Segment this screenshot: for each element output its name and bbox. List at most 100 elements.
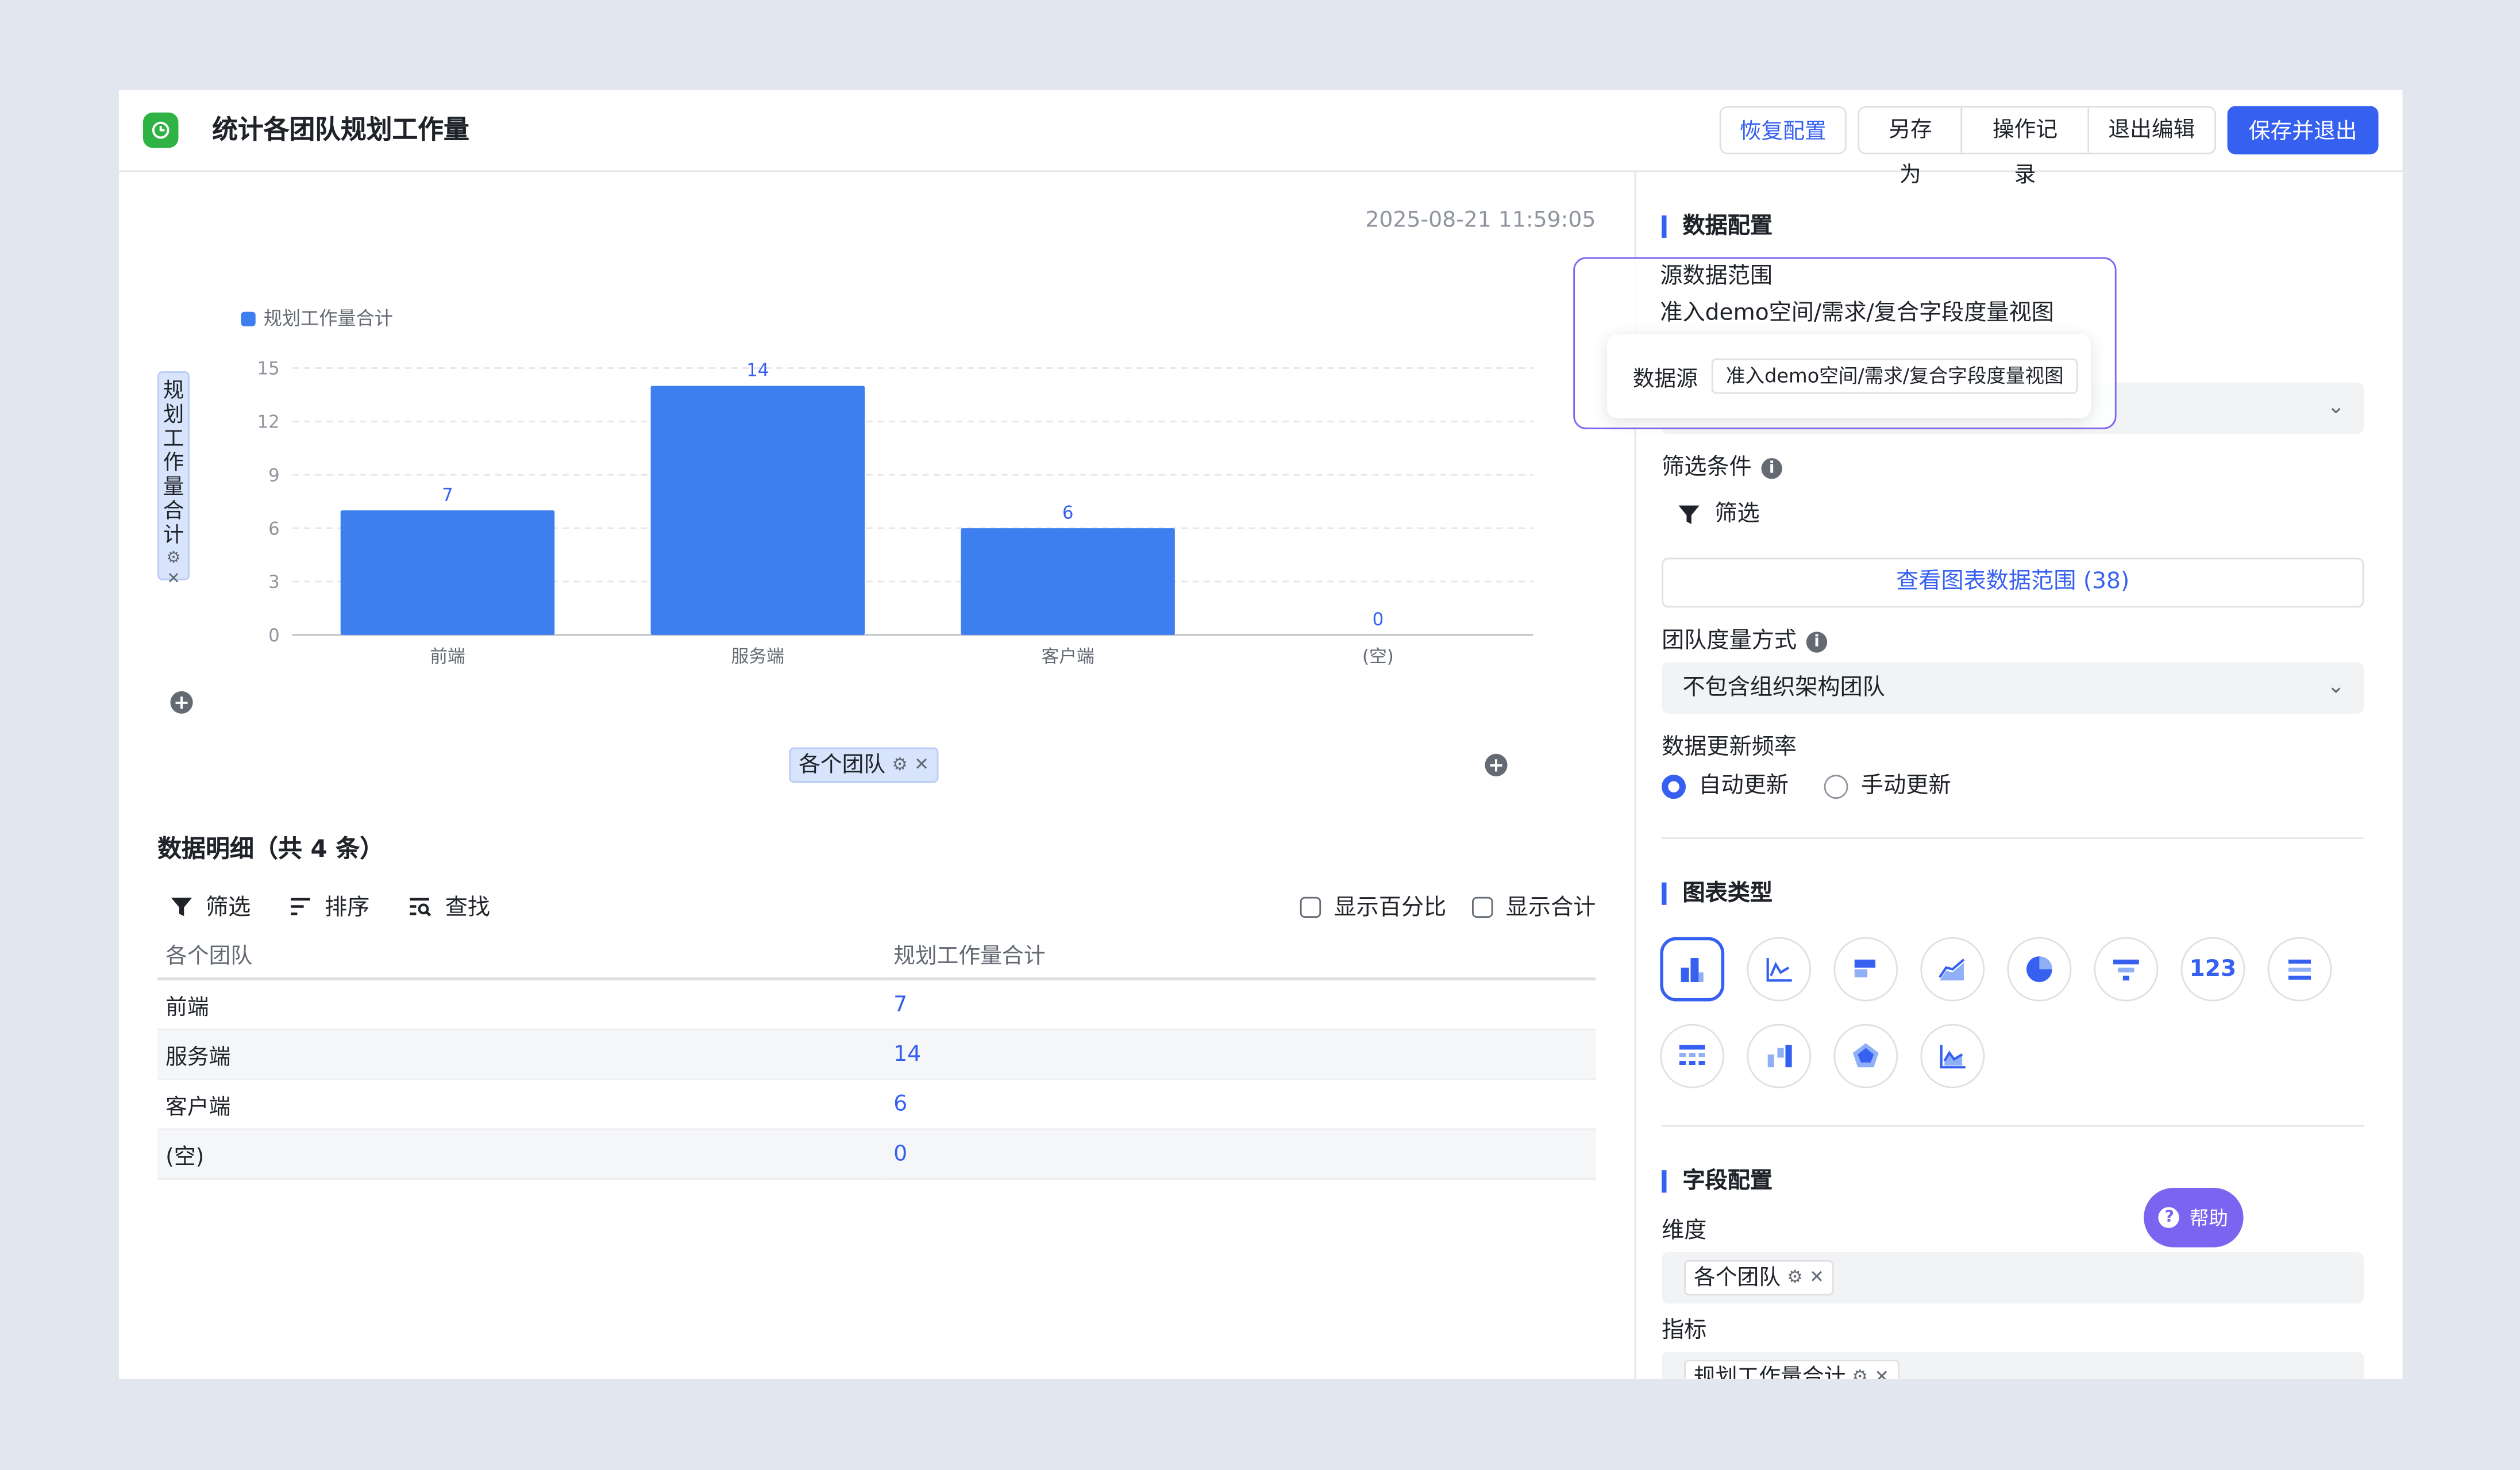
dimension-tag[interactable]: 各个团队 ⚙ ✕ <box>1684 1260 1834 1296</box>
metric-tag[interactable]: 规划工作量合计 ⚙ ✕ <box>1684 1360 1899 1379</box>
area-chart-icon <box>1939 959 1965 981</box>
y-field-char: 合 <box>163 499 184 524</box>
show-total-option[interactable]: 显示合计 <box>1472 891 1596 923</box>
chart-type-area[interactable] <box>1920 937 1985 1002</box>
chart-type-stacked[interactable] <box>1747 1023 1812 1088</box>
bar <box>961 528 1175 635</box>
y-tick-label: 12 <box>257 412 280 433</box>
bar-chart: 0 3 6 9 12 15 7 前端 14 服务端 6 客户端 0 (空) <box>215 344 1629 667</box>
y-field-char: 规 <box>163 379 184 404</box>
action-button-group: 另存为 操作记录 退出编辑 <box>1858 106 2217 188</box>
show-percent-option[interactable]: 显示百分比 <box>1300 891 1446 923</box>
data-label: 0 <box>1373 609 1384 630</box>
add-x-field-icon[interactable]: + <box>1485 753 1508 776</box>
restore-config-button[interactable]: 恢复配置 <box>1719 106 1847 155</box>
dimension-drop-zone[interactable]: 各个团队 ⚙ ✕ <box>1662 1252 2364 1304</box>
detail-toolbar: 筛选 排序 查找 <box>170 891 490 923</box>
close-icon[interactable]: ✕ <box>167 569 180 590</box>
table-row: (空) 0 <box>157 1129 1596 1180</box>
bar-chart-svg: 0 3 6 9 12 15 7 前端 14 服务端 6 客户端 0 (空) <box>257 359 1533 667</box>
save-exit-button[interactable]: 保存并退出 <box>2227 106 2379 155</box>
chevron-down-icon: ⌄ <box>2327 395 2345 420</box>
chart-type-radar[interactable] <box>1833 1023 1898 1088</box>
chart-type-pie[interactable] <box>2007 937 2072 1002</box>
bar-chart-icon <box>1681 958 1704 982</box>
add-y-field-icon[interactable]: + <box>170 691 193 714</box>
dimension-tag-label: 各个团队 <box>1694 1265 1781 1291</box>
info-icon[interactable]: i <box>1761 457 1782 479</box>
chart-type-funnel[interactable] <box>2094 937 2159 1002</box>
data-label: 6 <box>1062 502 1074 523</box>
table-cell-value[interactable]: 14 <box>885 1029 1596 1080</box>
chart-type-table[interactable] <box>1660 1023 1725 1088</box>
detail-table: 各个团队 规划工作量合计 前端 7 服务端 14 客户端 6 (空) 0 <box>157 927 1596 1180</box>
chart-type-number[interactable]: 123 <box>2180 937 2245 1002</box>
gear-icon[interactable]: ⚙ <box>892 749 908 781</box>
save-as-button[interactable]: 另存为 <box>1859 107 1963 188</box>
page-title: 统计各团队规划工作量 <box>212 114 469 145</box>
manual-update-radio[interactable] <box>1824 774 1848 798</box>
y-field-pill[interactable]: 规 划 工 作 量 合 计 ⚙ ✕ <box>157 371 190 588</box>
field-config-heading: 字段配置 <box>1662 1170 1773 1193</box>
detail-search-button[interactable]: 查找 <box>408 891 490 923</box>
close-icon[interactable]: ✕ <box>914 749 929 781</box>
data-label: 14 <box>746 360 769 381</box>
close-icon[interactable]: ✕ <box>1809 1262 1824 1294</box>
stacked-bar-icon <box>1767 1045 1792 1068</box>
gear-icon[interactable]: ⚙ <box>1852 1361 1868 1379</box>
close-icon[interactable]: ✕ <box>1874 1361 1889 1379</box>
metric-label: 指标 <box>1662 1318 1707 1344</box>
help-button[interactable]: ? 帮助 <box>2144 1187 2244 1248</box>
info-icon[interactable]: i <box>1806 630 1828 652</box>
show-total-label: 显示合计 <box>1505 895 1596 921</box>
data-source-label: 数据源 <box>1632 366 1698 392</box>
source-range-label: 源数据范围 <box>1660 263 1773 290</box>
y-tick-label: 3 <box>268 572 280 592</box>
view-data-range-button[interactable]: 查看图表数据范围 (38) <box>1662 557 2364 608</box>
show-total-checkbox[interactable] <box>1472 896 1493 917</box>
gear-icon[interactable]: ⚙ <box>1787 1262 1803 1294</box>
column-header[interactable]: 各个团队 <box>157 927 886 981</box>
table-cell-value[interactable]: 7 <box>885 979 1596 1030</box>
list-chart-icon <box>2288 959 2311 980</box>
chart-type-combo[interactable] <box>1920 1023 1985 1088</box>
column-header[interactable]: 规划工作量合计 <box>885 927 1596 981</box>
gear-icon[interactable]: ⚙ <box>167 548 181 569</box>
team-measure-select[interactable]: 不包含组织架构团队 ⌄ <box>1662 662 2364 714</box>
detail-filter-button[interactable]: 筛选 <box>170 891 251 923</box>
bar <box>340 510 555 635</box>
y-tick-label: 6 <box>268 518 280 539</box>
metric-drop-zone[interactable]: 规划工作量合计 ⚙ ✕ <box>1662 1352 2364 1379</box>
detail-sort-button[interactable]: 排序 <box>289 891 369 923</box>
table-cell-value[interactable]: 6 <box>885 1079 1596 1130</box>
config-filter-label: 筛选 <box>1714 501 1760 528</box>
auto-update-radio[interactable] <box>1662 774 1686 798</box>
exit-edit-button[interactable]: 退出编辑 <box>2089 107 2214 152</box>
config-filter-button[interactable]: 筛选 <box>1678 500 1760 529</box>
radar-chart-icon <box>1852 1043 1879 1068</box>
data-source-chip[interactable]: 准入demo空间/需求/复合字段度量视图 <box>1711 358 2078 394</box>
dimension-label: 维度 <box>1662 1218 1707 1244</box>
x-field-pill[interactable]: 各个团队 ⚙ ✕ <box>789 747 939 783</box>
table-row: 前端 7 <box>157 979 1596 1030</box>
x-field-label: 各个团队 <box>799 752 886 778</box>
source-range-value: 准入demo空间/需求/复合字段度量视图 <box>1660 301 2054 326</box>
table-cell: 客户端 <box>157 1079 886 1130</box>
chart-legend: 规划工作量合计 <box>241 305 393 331</box>
x-tick-label: 客户端 <box>1041 646 1094 667</box>
show-percent-checkbox[interactable] <box>1300 896 1321 917</box>
funnel-chart-icon <box>2113 959 2139 981</box>
chart-type-list[interactable] <box>2267 937 2332 1002</box>
metric-tag-label: 规划工作量合计 <box>1694 1364 1846 1379</box>
chart-type-bar[interactable] <box>1660 937 1725 1002</box>
data-label: 7 <box>442 484 453 505</box>
chart-type-line[interactable] <box>1747 937 1812 1002</box>
y-field-char: 量 <box>163 475 184 500</box>
history-button[interactable]: 操作记录 <box>1963 107 2089 188</box>
table-chart-icon <box>1679 1045 1705 1065</box>
data-config-heading: 数据配置 <box>1662 216 1773 238</box>
chart-type-horizontal-bar[interactable] <box>1833 937 1898 1002</box>
bar <box>650 386 865 635</box>
data-source-tooltip: 数据源 准入demo空间/需求/复合字段度量视图 <box>1607 334 2091 418</box>
table-cell-value[interactable]: 0 <box>885 1129 1596 1180</box>
